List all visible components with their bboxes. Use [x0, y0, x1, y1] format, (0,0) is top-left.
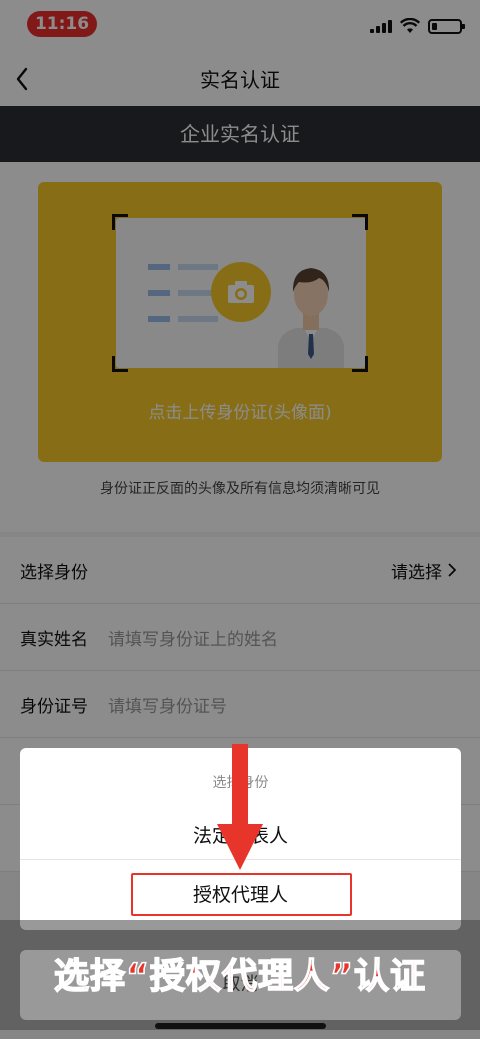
annotation-arrow-icon	[217, 744, 263, 870]
annotation-text: 选择“授权代理人”认证	[53, 956, 426, 998]
highlight-box	[131, 873, 352, 916]
home-indicator	[155, 1023, 326, 1029]
